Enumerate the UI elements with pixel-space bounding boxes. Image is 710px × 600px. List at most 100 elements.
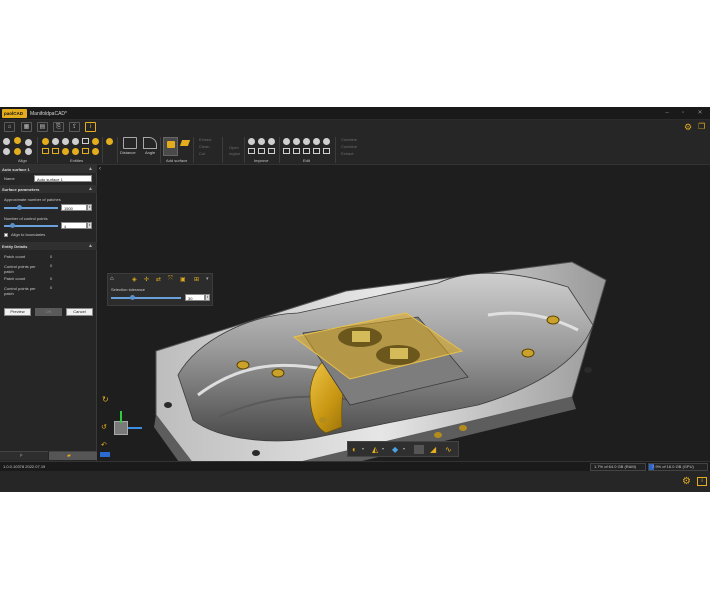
approx-patches-field[interactable]: 1500 xyxy=(61,204,87,211)
tolerance-field[interactable]: 30 xyxy=(185,294,205,301)
approx-patches-slider[interactable] xyxy=(4,207,58,209)
freeform-entity-icon[interactable] xyxy=(92,148,99,155)
box-entity-icon[interactable] xyxy=(82,148,89,154)
redo-view-icon[interactable]: ↶ xyxy=(101,441,107,449)
fit-icon[interactable] xyxy=(268,138,275,145)
tolerance-slider[interactable] xyxy=(111,297,181,299)
shading-icon[interactable]: ◐ xyxy=(352,445,357,454)
display-mode-icon[interactable]: ◭ xyxy=(372,445,378,454)
settings-gear-icon[interactable]: ⚙ xyxy=(682,476,691,487)
section-view-icon[interactable] xyxy=(414,445,424,454)
3d-viewport[interactable]: ‹ ↻ ↺ ↶ xyxy=(98,165,710,461)
approx-patches-spinner[interactable]: ⇕ xyxy=(87,204,92,211)
align-point-icon[interactable] xyxy=(14,137,21,144)
distance-button[interactable]: Distance xyxy=(120,151,136,155)
rotate-icon[interactable] xyxy=(293,138,300,145)
align-plane-icon[interactable] xyxy=(14,148,21,155)
smooth-icon[interactable] xyxy=(248,138,255,145)
dropdown-icon[interactable]: ▾ xyxy=(382,446,384,451)
control-points-slider-thumb[interactable] xyxy=(9,223,15,228)
open-file-icon[interactable]: ▤ xyxy=(37,122,48,132)
approx-patches-slider-thumb[interactable] xyxy=(16,205,22,210)
angle-button[interactable]: Angle xyxy=(145,151,155,155)
new-file-icon[interactable]: ▦ xyxy=(21,122,32,132)
merge-icon[interactable] xyxy=(293,148,300,154)
delete-icon[interactable] xyxy=(303,148,310,154)
open-region-button[interactable]: Open xyxy=(229,146,239,150)
match-icon[interactable] xyxy=(248,148,255,154)
minimize-icon[interactable]: – xyxy=(662,109,672,118)
cut-button[interactable]: Cut xyxy=(199,152,205,156)
edit-tool-icon[interactable] xyxy=(323,148,330,154)
angle-icon[interactable] xyxy=(143,137,157,149)
mirror-icon[interactable] xyxy=(313,138,320,145)
view-cube[interactable] xyxy=(114,421,128,435)
auto-surface-button[interactable] xyxy=(163,137,178,156)
properties-tab[interactable]: ▰ xyxy=(49,451,97,460)
ellipse-entity-icon[interactable] xyxy=(72,138,79,145)
refine-icon[interactable] xyxy=(258,138,265,145)
align-reset-icon[interactable] xyxy=(25,148,32,155)
align-best-fit-icon[interactable] xyxy=(25,139,32,146)
rotate-view-icon[interactable]: ↻ xyxy=(102,395,109,404)
info-icon[interactable]: i xyxy=(85,122,96,132)
curve-tool-icon[interactable] xyxy=(106,138,113,145)
tolerance-spinner[interactable]: ⇕ xyxy=(205,294,210,301)
cancel-button[interactable]: Cancel xyxy=(66,308,93,316)
select-grow-icon[interactable]: ⤧ xyxy=(168,276,173,283)
copy-icon[interactable] xyxy=(313,148,320,154)
control-points-spinner[interactable]: ⇕ xyxy=(87,222,92,229)
tangency-icon[interactable] xyxy=(268,148,275,154)
split-icon[interactable] xyxy=(283,148,290,154)
line-entity-icon[interactable] xyxy=(52,138,59,145)
collapse-icon[interactable]: ▲ xyxy=(88,166,93,172)
distance-icon[interactable] xyxy=(123,137,137,149)
export-icon[interactable]: ⇪ xyxy=(69,122,80,132)
collapse-icon[interactable]: ▲ xyxy=(88,186,93,192)
sphere-entity-icon[interactable] xyxy=(62,148,69,155)
maximize-icon[interactable]: ▫ xyxy=(678,109,688,118)
align-boundaries-checkbox[interactable] xyxy=(4,233,8,237)
grid-entity-icon[interactable] xyxy=(42,148,49,154)
align-axis-icon[interactable] xyxy=(3,148,10,155)
axes-toggle-icon[interactable] xyxy=(100,452,110,457)
curve-view-icon[interactable]: ∿ xyxy=(445,445,452,454)
scale-icon[interactable] xyxy=(303,138,310,145)
extract-button[interactable]: Extract xyxy=(199,138,211,142)
dropdown-icon[interactable]: ▾ xyxy=(362,446,364,451)
preview-button[interactable]: Preview xyxy=(4,308,31,316)
manual-surface-icon[interactable] xyxy=(179,140,191,146)
move-icon[interactable] xyxy=(283,138,290,145)
select-connected-icon[interactable]: ✢ xyxy=(144,276,149,283)
tree-tab[interactable]: ⊧ xyxy=(0,451,48,460)
color-map-icon[interactable]: ◆ xyxy=(392,445,398,454)
book-icon[interactable]: ❐ xyxy=(698,122,708,132)
select-lasso-icon[interactable]: ▣ xyxy=(180,276,186,283)
dropdown-icon[interactable]: ▾ xyxy=(403,446,405,451)
combine-button[interactable]: Combine xyxy=(341,138,357,142)
plane-entity-icon[interactable] xyxy=(52,148,59,154)
save-icon[interactable]: ⎘ xyxy=(53,122,64,132)
pencil-icon[interactable] xyxy=(323,138,330,145)
home-icon[interactable]: ⌂ xyxy=(4,122,15,132)
point-entity-icon[interactable] xyxy=(42,138,49,145)
clean-button[interactable]: Clean xyxy=(199,145,209,149)
tolerance-slider-thumb[interactable] xyxy=(129,295,135,300)
close-icon[interactable]: ✕ xyxy=(695,109,705,118)
control-points-field[interactable]: 4 xyxy=(61,222,87,229)
combine-button-2[interactable]: Combine xyxy=(341,145,357,149)
measure-view-icon[interactable]: ◢ xyxy=(430,445,436,454)
select-all-icon[interactable]: ◈ xyxy=(132,276,137,283)
name-field[interactable]: Auto surface 1 xyxy=(34,175,92,182)
rectangle-entity-icon[interactable] xyxy=(82,138,89,144)
cylinder-entity-icon[interactable] xyxy=(72,148,79,155)
select-box-icon[interactable]: ⊞ xyxy=(194,276,199,283)
undo-view-icon[interactable]: ↺ xyxy=(101,423,107,431)
collapse-icon[interactable]: ▲ xyxy=(88,243,93,249)
select-invert-icon[interactable]: ⇄ xyxy=(156,276,161,283)
relax-icon[interactable] xyxy=(258,148,265,154)
ok-button[interactable]: OK xyxy=(35,308,62,316)
align-icon[interactable] xyxy=(3,138,10,145)
settings-gear-icon[interactable]: ⚙ xyxy=(684,122,694,132)
circle-entity-icon[interactable] xyxy=(62,138,69,145)
